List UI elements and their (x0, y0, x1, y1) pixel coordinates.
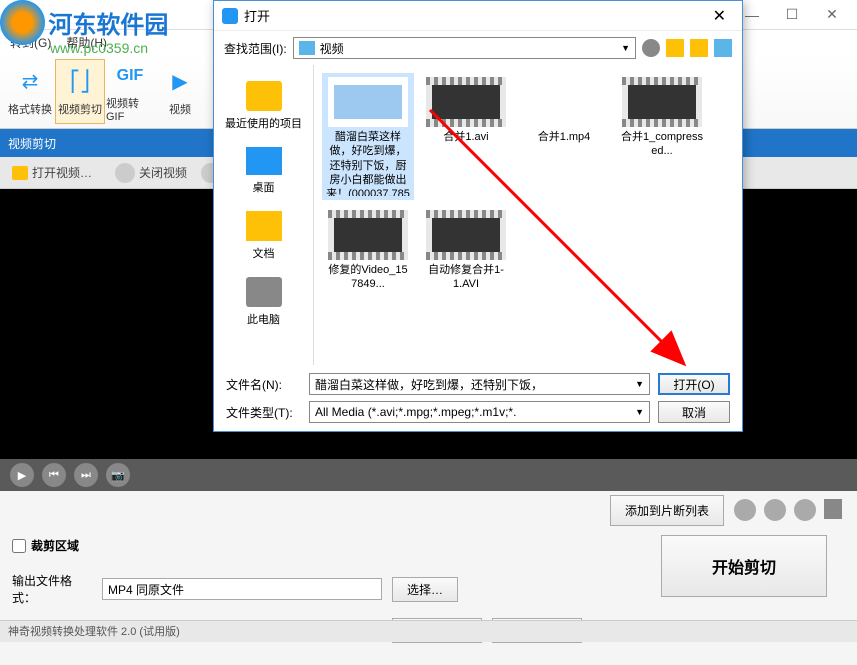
look-in-combo[interactable]: 视频 ▼ (293, 37, 636, 59)
look-in-row: 查找范围(I): 视频 ▼ (214, 31, 742, 65)
filename-label: 文件名(N): (226, 376, 301, 393)
crop-icon: ⎡⎦ (64, 66, 96, 98)
gif-icon: GIF (114, 60, 146, 92)
dialog-title: 打开 (244, 6, 705, 25)
add-list-bar: 添加到片断列表 (0, 491, 857, 529)
menu-convert[interactable]: 转到(G) (10, 34, 51, 51)
close-circle-icon (115, 163, 135, 183)
snapshot-button[interactable]: 📷 (106, 463, 130, 487)
open-file-dialog: 打开 ✕ 查找范围(I): 视频 ▼ 最近使用的项目 桌面 文档 (213, 0, 743, 432)
video-icon: ▶ (164, 66, 196, 98)
trash-icon[interactable] (824, 499, 842, 519)
pc-icon (246, 277, 282, 307)
output-format-value: MP4 同原文件 (102, 578, 382, 600)
file-item[interactable]: 合并1_compressed... (616, 73, 708, 200)
filetype-label: 文件类型(T): (226, 404, 301, 421)
chevron-down-icon: ▼ (621, 43, 630, 53)
file-thumb-icon (622, 77, 702, 127)
output-format-label: 输出文件格式： (12, 572, 92, 606)
chevron-down-icon: ▼ (635, 407, 644, 417)
play-button[interactable]: ▶ (10, 463, 34, 487)
down-icon[interactable] (764, 499, 786, 521)
file-item[interactable]: 醋溜白菜这样做，好吃到爆，还特别下饭，厨房小白都能做出来！(000037.785… (322, 73, 414, 200)
dialog-close-button[interactable]: ✕ (705, 6, 734, 26)
file-item[interactable]: 自动修复合并1-1.AVI (420, 206, 512, 296)
up-icon[interactable] (734, 499, 756, 521)
open-video-button[interactable]: 打开视频… (3, 161, 101, 185)
folder-open-icon (12, 166, 28, 180)
dialog-titlebar: 打开 ✕ (214, 1, 742, 31)
file-thumb-icon (426, 210, 506, 260)
recent-icon (246, 81, 282, 111)
add-to-list-button[interactable]: 添加到片断列表 (610, 495, 724, 526)
convert-icon: ⇄ (14, 66, 46, 98)
back-icon[interactable] (642, 39, 660, 57)
desktop-icon (246, 147, 282, 175)
file-thumb-icon (524, 77, 604, 127)
maximize-button[interactable]: ☐ (772, 1, 812, 29)
toolbar-video[interactable]: ▶ 视频 (155, 59, 205, 124)
new-folder-icon[interactable] (690, 39, 708, 57)
dialog-body: 最近使用的项目 桌面 文档 此电脑 醋溜白菜这样做，好吃到爆，还特别下饭，厨房小… (214, 65, 742, 365)
prev-button[interactable]: ⏮ (42, 463, 66, 487)
file-item[interactable]: 合并1.mp4 (518, 73, 610, 200)
toolbar-format-convert[interactable]: ⇄ 格式转换 (5, 59, 55, 124)
file-list: 醋溜白菜这样做，好吃到爆，还特别下饭，厨房小白都能做出来！(000037.785… (314, 65, 742, 365)
sidebar-recent[interactable]: 最近使用的项目 (214, 73, 313, 139)
close-button[interactable]: ✕ (812, 1, 852, 29)
file-thumb-icon (426, 77, 506, 127)
crop-checkbox-input[interactable] (12, 539, 26, 553)
open-button[interactable]: 打开(O) (658, 373, 730, 395)
sidebar-thispc[interactable]: 此电脑 (214, 269, 313, 335)
player-controls: ▶ ⏮ ⏭ 📷 (0, 459, 857, 491)
select-format-button[interactable]: 选择… (392, 577, 458, 602)
cancel-button[interactable]: 取消 (658, 401, 730, 423)
filetype-combo[interactable]: All Media (*.avi;*.mpg;*.mpeg;*.m1v;*. ▼ (309, 401, 650, 423)
dialog-bottom: 文件名(N): 醋溜白菜这样做，好吃到爆，还特别下饭， ▼ 打开(O) 文件类型… (214, 365, 742, 437)
sidebar-documents[interactable]: 文档 (214, 203, 313, 269)
dialog-sidebar: 最近使用的项目 桌面 文档 此电脑 (214, 65, 314, 365)
filename-combo[interactable]: 醋溜白菜这样做，好吃到爆，还特别下饭， ▼ (309, 373, 650, 395)
view-menu-icon[interactable] (714, 39, 732, 57)
close-video-button[interactable]: 关闭视频 (106, 161, 196, 185)
next-button[interactable]: ⏭ (74, 463, 98, 487)
start-cut-button[interactable]: 开始剪切 (661, 535, 827, 597)
look-in-label: 查找范围(I): (224, 40, 287, 57)
toolbar-video-gif[interactable]: GIF 视频转GIF (105, 59, 155, 124)
app-icon (5, 7, 21, 23)
file-item[interactable]: 合并1.avi (420, 73, 512, 200)
file-item[interactable]: 修复的Video_157849... (322, 206, 414, 296)
file-thumb-icon (328, 210, 408, 260)
sub-toolbar-title: 视频剪切 (8, 135, 56, 152)
menu-help[interactable]: 帮助(H) (66, 34, 107, 51)
edit-icon[interactable] (794, 499, 816, 521)
chevron-down-icon: ▼ (635, 379, 644, 389)
documents-icon (246, 211, 282, 241)
dialog-app-icon (222, 8, 238, 24)
up-folder-icon[interactable] (666, 39, 684, 57)
toolbar-video-cut[interactable]: ⎡⎦ 视频剪切 (55, 59, 105, 124)
file-thumb-icon (328, 77, 408, 127)
status-bar: 神奇视频转换处理软件 2.0 (试用版) (0, 620, 857, 642)
sidebar-desktop[interactable]: 桌面 (214, 139, 313, 203)
video-folder-icon (299, 41, 315, 55)
